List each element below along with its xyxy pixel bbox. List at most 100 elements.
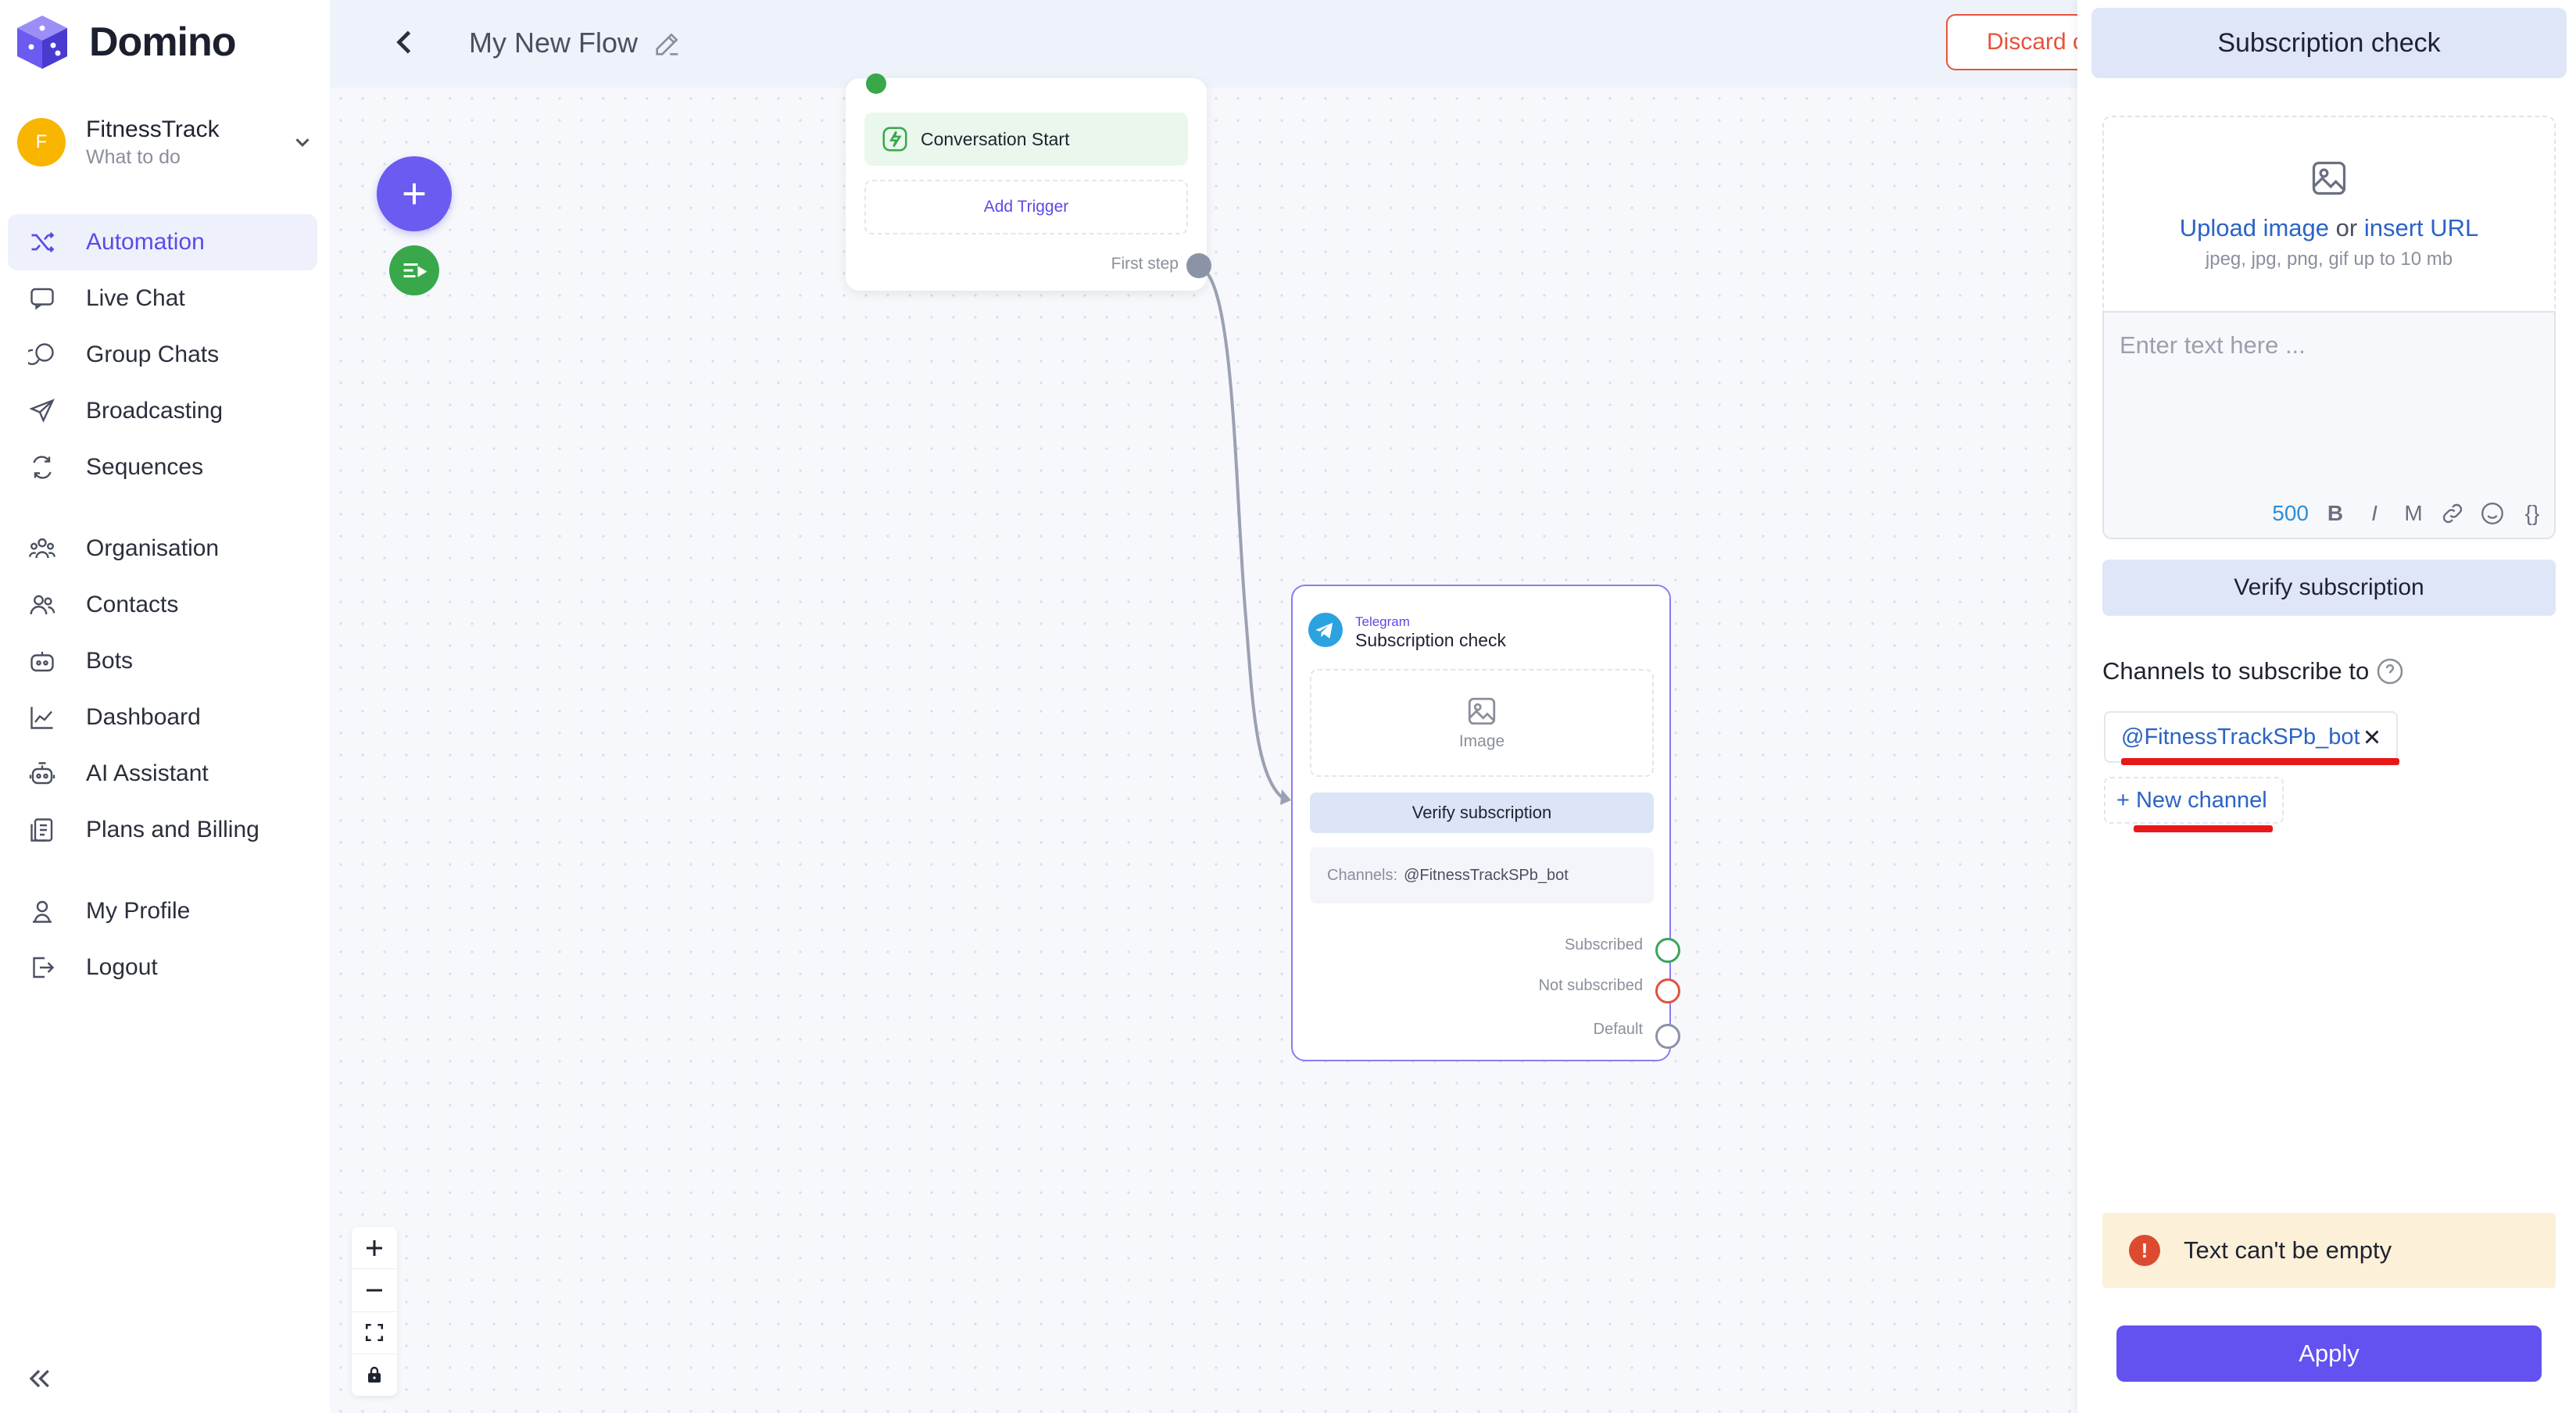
channel-chip[interactable]: @FitnessTrackSPb_bot [2104, 711, 2398, 763]
output-subscribed-label: Subscribed [1564, 936, 1643, 953]
flow-title[interactable]: My New Flow [469, 27, 638, 59]
sidebar-item-automation[interactable]: Automation [8, 214, 317, 270]
app-name: Domino [89, 20, 237, 65]
sequence-icon [27, 452, 58, 483]
add-step-button[interactable] [377, 156, 452, 231]
first-step-label: First step [1111, 255, 1179, 273]
fit-view-button[interactable] [352, 1312, 397, 1354]
org-switcher[interactable]: F FitnessTrack What to do [17, 114, 314, 170]
back-arrow-icon[interactable] [388, 25, 422, 59]
red-underline [2134, 825, 2273, 832]
upload-hint: jpeg, jpg, png, gif up to 10 mb [2205, 249, 2453, 270]
minus-icon [367, 1289, 382, 1292]
error-text: Text can't be empty [2184, 1236, 2392, 1264]
sidebar-item-logout[interactable]: Logout [8, 939, 317, 996]
first-step-port[interactable] [1186, 253, 1211, 278]
sidebar-item-label: Logout [86, 954, 158, 980]
lock-icon [368, 1367, 381, 1383]
pencil-icon[interactable] [652, 28, 683, 59]
sidebar-item-label: Automation [86, 229, 205, 255]
sidebar-item-my-profile[interactable]: My Profile [8, 883, 317, 939]
monospace-button[interactable]: M [2401, 501, 2426, 526]
apply-button[interactable]: Apply [2116, 1325, 2542, 1382]
close-icon[interactable] [2360, 725, 2384, 749]
upload-image-link[interactable]: Upload image [2180, 214, 2329, 241]
bot-icon [27, 646, 58, 677]
subscription-check-node[interactable]: Telegram Subscription check Image Verify… [1291, 585, 1671, 1061]
chat-icon [27, 283, 58, 314]
channel-chip-label: @FitnessTrackSPb_bot [2121, 724, 2360, 749]
chevron-down-icon[interactable] [291, 131, 314, 154]
verify-subscription-button[interactable]: Verify subscription [2102, 560, 2556, 616]
image-icon [1468, 697, 1496, 725]
link-icon[interactable] [2440, 501, 2465, 526]
sidebar-item-label: AI Assistant [86, 760, 209, 786]
sidebar-item-dashboard[interactable]: Dashboard [8, 689, 317, 746]
panel-title: Subscription check [2091, 8, 2567, 78]
port-default[interactable] [1655, 1024, 1680, 1049]
lightning-icon [882, 127, 907, 152]
trigger-item[interactable]: Conversation Start [864, 113, 1188, 166]
image-icon [2312, 161, 2346, 195]
channels-label: Channels to subscribe to [2102, 656, 2405, 686]
group-chat-icon [27, 339, 58, 370]
sidebar-item-ai-assistant[interactable]: AI Assistant [8, 746, 317, 802]
zoom-in-button[interactable] [352, 1227, 397, 1270]
insert-url-link[interactable]: insert URL [2364, 214, 2478, 241]
plus-icon [403, 183, 425, 205]
italic-button[interactable]: I [2362, 501, 2387, 526]
image-label: Image [1458, 732, 1505, 750]
trigger-label: Conversation Start [921, 128, 1070, 149]
bold-button[interactable]: B [2323, 501, 2348, 526]
fullscreen-icon [365, 1324, 384, 1342]
sidebar-item-label: My Profile [86, 898, 191, 924]
sidebar-item-label: Dashboard [86, 704, 201, 730]
platform-label: Telegram [1355, 614, 1410, 629]
help-icon[interactable] [2375, 656, 2405, 686]
port-subscribed[interactable] [1655, 938, 1680, 963]
verify-subscription-button[interactable]: Verify subscription [1310, 792, 1654, 833]
logout-icon [27, 952, 58, 983]
zoom-controls [352, 1227, 397, 1396]
sidebar-item-broadcasting[interactable]: Broadcasting [8, 383, 317, 439]
image-placeholder[interactable]: Image [1310, 669, 1654, 777]
sidebar-item-organisation[interactable]: Organisation [8, 520, 317, 577]
telegram-icon [1308, 613, 1343, 647]
org-avatar: F [17, 118, 66, 166]
port-not-subscribed[interactable] [1655, 978, 1680, 1003]
format-toolbar: 500 B I M {} [2272, 500, 2545, 527]
char-counter: 500 [2272, 501, 2309, 525]
sidebar-item-bots[interactable]: Bots [8, 633, 317, 689]
plus-icon [367, 1240, 382, 1256]
collapse-sidebar-icon[interactable] [23, 1363, 55, 1394]
shuffle-icon [27, 227, 58, 258]
send-icon [27, 395, 58, 427]
org-subtitle: What to do [86, 145, 181, 168]
output-default-label: Default [1593, 1021, 1643, 1038]
sidebar-item-label: Organisation [86, 535, 220, 561]
zoom-out-button[interactable] [352, 1269, 397, 1312]
start-node[interactable]: Conversation Start Add Trigger First ste… [846, 73, 1207, 291]
sidebar-item-group-chats[interactable]: Group Chats [8, 327, 317, 383]
user-icon [27, 896, 58, 927]
sidebar-item-contacts[interactable]: Contacts [8, 577, 317, 633]
channels-summary: Channels: @FitnessTrackSPb_bot [1310, 847, 1654, 903]
image-upload-area[interactable]: Upload image or insert URL jpeg, jpg, pn… [2102, 116, 2556, 311]
organisation-icon [27, 533, 58, 564]
sidebar-item-label: Sequences [86, 454, 204, 480]
sidebar-item-sequences[interactable]: Sequences [8, 439, 317, 495]
lock-button[interactable] [352, 1354, 397, 1396]
sidebar-item-plans-billing[interactable]: Plans and Billing [8, 802, 317, 858]
ai-icon [27, 758, 58, 789]
logo[interactable]: Domino [14, 13, 237, 72]
notes-button[interactable] [389, 245, 439, 295]
new-channel-button[interactable]: + New channel [2104, 777, 2284, 824]
message-text-input[interactable]: Enter text here ... 500 B I M {} [2102, 311, 2556, 539]
upload-or-text: or [2335, 214, 2358, 241]
upload-line: Upload image or insert URL [2180, 214, 2479, 242]
emoji-icon[interactable] [2479, 500, 2506, 527]
sidebar-item-live-chat[interactable]: Live Chat [8, 270, 317, 327]
variable-button[interactable]: {} [2520, 501, 2545, 526]
contacts-icon [27, 589, 58, 621]
add-trigger-button[interactable]: Add Trigger [864, 180, 1188, 234]
